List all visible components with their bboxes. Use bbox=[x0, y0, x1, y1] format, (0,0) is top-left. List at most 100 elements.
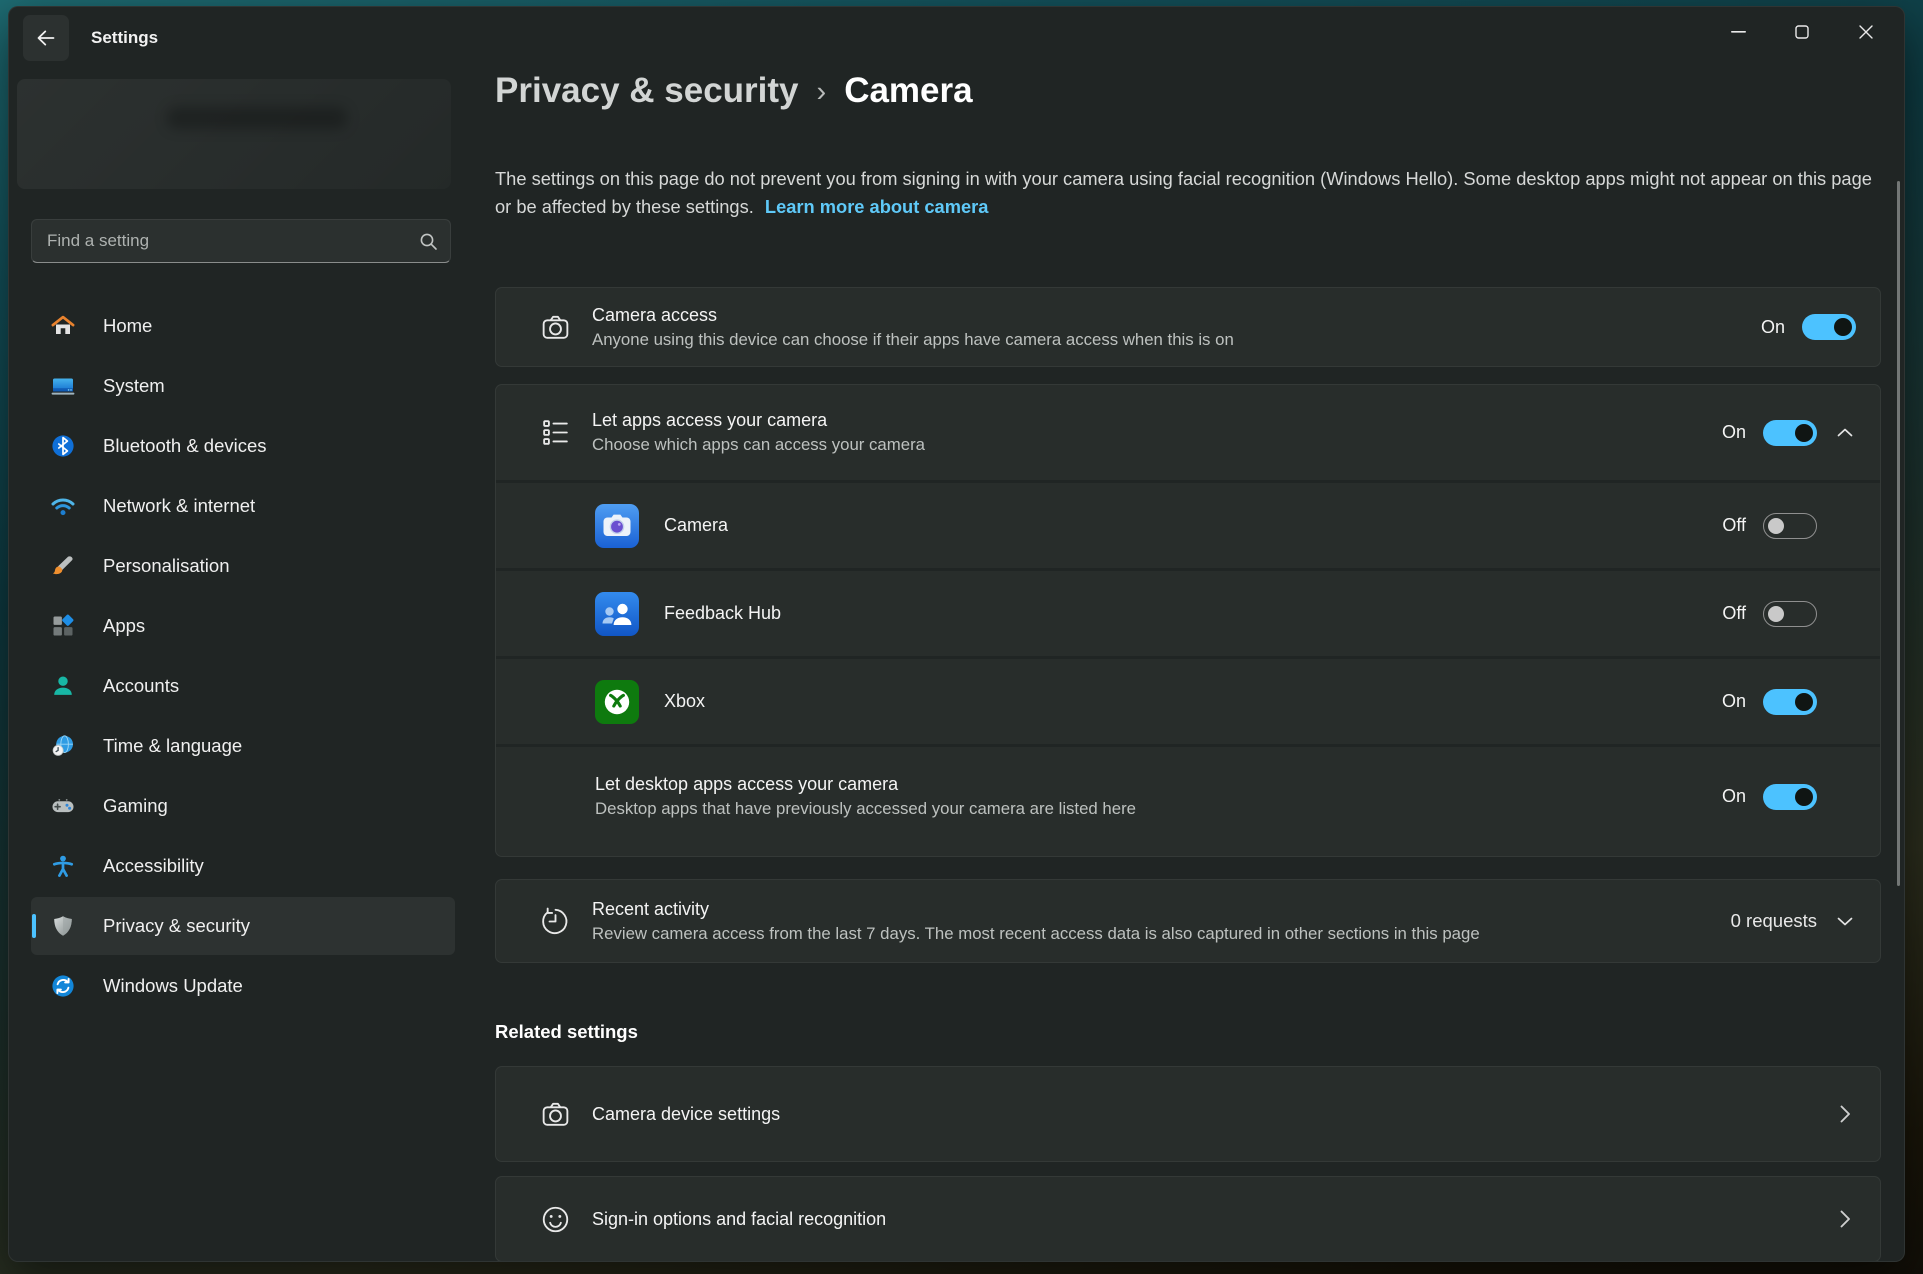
sidebar-item-home[interactable]: Home bbox=[31, 297, 455, 355]
breadcrumb: Privacy & security › Camera bbox=[495, 71, 973, 111]
sidebar-item-label: Apps bbox=[103, 615, 145, 637]
gaming-icon bbox=[49, 792, 77, 820]
accessibility-icon bbox=[49, 852, 77, 880]
toggle-state-label: Off bbox=[1722, 515, 1746, 536]
toggle-knob bbox=[1795, 693, 1813, 711]
toggle-state-label: Off bbox=[1722, 603, 1746, 624]
sidebar-item-time-language[interactable]: Time & language bbox=[31, 717, 455, 775]
search-box bbox=[31, 219, 451, 263]
setting-description: Desktop apps that have previously access… bbox=[595, 799, 1136, 819]
sidebar-item-personalisation[interactable]: Personalisation bbox=[31, 537, 455, 595]
apps-icon bbox=[49, 612, 77, 640]
toggle-knob bbox=[1768, 518, 1784, 534]
sidebar-item-system[interactable]: System bbox=[31, 357, 455, 415]
back-button[interactable] bbox=[23, 15, 69, 61]
setting-description: Anyone using this device can choose if t… bbox=[592, 330, 1234, 350]
app-name: Camera bbox=[664, 515, 728, 536]
sidebar-item-label: Time & language bbox=[103, 735, 242, 757]
page-description: The settings on this page do not prevent… bbox=[495, 165, 1885, 222]
shield-icon bbox=[49, 912, 77, 940]
sidebar-item-label: Privacy & security bbox=[103, 915, 250, 937]
sidebar-item-privacy-security[interactable]: Privacy & security bbox=[31, 897, 455, 955]
app-name: Feedback Hub bbox=[664, 603, 781, 624]
app-name: Xbox bbox=[664, 691, 705, 712]
camera-icon bbox=[538, 1098, 572, 1131]
toggle-knob bbox=[1795, 788, 1813, 806]
toggle-knob bbox=[1795, 424, 1813, 442]
let-apps-header-row[interactable]: Let apps access your camera Choose which… bbox=[496, 385, 1880, 480]
sidebar-item-windows-update[interactable]: Windows Update bbox=[31, 957, 455, 1015]
sidebar-item-label: Home bbox=[103, 315, 152, 337]
related-item-label: Sign-in options and facial recognition bbox=[592, 1209, 886, 1230]
sidebar-item-label: Accessibility bbox=[103, 855, 204, 877]
sidebar-item-accessibility[interactable]: Accessibility bbox=[31, 837, 455, 895]
account-banner-blur bbox=[167, 107, 347, 129]
feedback-hub-toggle[interactable] bbox=[1763, 601, 1817, 627]
app-row-feedback-hub: Feedback Hub Off bbox=[496, 568, 1880, 656]
sidebar-nav: Home System Bluetooth & devices Network … bbox=[31, 297, 455, 1017]
app-row-xbox: Xbox On bbox=[496, 656, 1880, 744]
chevron-up-icon[interactable] bbox=[1834, 428, 1856, 437]
desktop-apps-row: Let desktop apps access your camera Desk… bbox=[496, 744, 1880, 846]
breadcrumb-separator-icon: › bbox=[817, 74, 827, 109]
chevron-down-icon[interactable] bbox=[1834, 917, 1856, 926]
camera-device-settings-card[interactable]: Camera device settings bbox=[495, 1066, 1881, 1162]
app-list-icon bbox=[538, 416, 572, 449]
sidebar-item-bluetooth-devices[interactable]: Bluetooth & devices bbox=[31, 417, 455, 475]
sidebar-item-label: Windows Update bbox=[103, 975, 243, 997]
setting-title: Camera access bbox=[592, 305, 1234, 326]
back-arrow-icon bbox=[35, 28, 57, 48]
bluetooth-icon bbox=[49, 432, 77, 460]
sidebar-item-network-internet[interactable]: Network & internet bbox=[31, 477, 455, 535]
recent-activity-count: 0 requests bbox=[1731, 910, 1817, 932]
home-icon bbox=[49, 312, 77, 340]
face-icon bbox=[538, 1203, 572, 1236]
sidebar-item-label: Gaming bbox=[103, 795, 168, 817]
camera-app-icon bbox=[595, 504, 639, 548]
camera-access-toggle[interactable] bbox=[1802, 314, 1856, 340]
let-apps-toggle[interactable] bbox=[1763, 420, 1817, 446]
accounts-icon bbox=[49, 672, 77, 700]
app-row-camera: Camera Off bbox=[496, 480, 1880, 568]
setting-description: Choose which apps can access your camera bbox=[592, 435, 925, 455]
search-icon bbox=[419, 232, 438, 251]
feedback-hub-app-icon bbox=[595, 592, 639, 636]
sidebar-item-label: System bbox=[103, 375, 165, 397]
personalisation-icon bbox=[49, 552, 77, 580]
camera-access-card: Camera access Anyone using this device c… bbox=[495, 287, 1881, 367]
recent-activity-card[interactable]: Recent activity Review camera access fro… bbox=[495, 879, 1881, 963]
toggle-state-label: On bbox=[1722, 422, 1746, 443]
setting-title: Recent activity bbox=[592, 899, 1480, 920]
vertical-scrollbar[interactable] bbox=[1897, 181, 1900, 886]
related-item-label: Camera device settings bbox=[592, 1104, 780, 1125]
history-icon bbox=[538, 905, 572, 938]
toggle-knob bbox=[1768, 606, 1784, 622]
let-apps-expander: Let apps access your camera Choose which… bbox=[495, 384, 1881, 857]
window-title: Settings bbox=[91, 7, 158, 69]
sign-in-options-card[interactable]: Sign-in options and facial recognition bbox=[495, 1176, 1881, 1262]
page-title: Camera bbox=[844, 71, 972, 111]
sidebar-item-label: Network & internet bbox=[103, 495, 255, 517]
desktop-apps-toggle[interactable] bbox=[1763, 784, 1817, 810]
time-language-icon bbox=[49, 732, 77, 760]
sidebar-item-label: Accounts bbox=[103, 675, 179, 697]
sidebar-item-label: Bluetooth & devices bbox=[103, 435, 267, 457]
learn-more-link[interactable]: Learn more about camera bbox=[765, 196, 989, 217]
setting-title: Let desktop apps access your camera bbox=[595, 774, 1136, 795]
settings-window: Settings Hom bbox=[8, 6, 1905, 1262]
breadcrumb-parent[interactable]: Privacy & security bbox=[495, 71, 799, 111]
sidebar-item-gaming[interactable]: Gaming bbox=[31, 777, 455, 835]
sidebar-item-label: Personalisation bbox=[103, 555, 230, 577]
xbox-toggle[interactable] bbox=[1763, 689, 1817, 715]
chevron-right-icon bbox=[1834, 1105, 1856, 1123]
main-content: Privacy & security › Camera The settings… bbox=[495, 7, 1881, 1261]
sidebar-item-accounts[interactable]: Accounts bbox=[31, 657, 455, 715]
search-input[interactable] bbox=[47, 231, 419, 251]
toggle-knob bbox=[1834, 318, 1852, 336]
account-banner bbox=[17, 79, 451, 189]
setting-description: Review camera access from the last 7 day… bbox=[592, 924, 1480, 944]
sidebar-item-apps[interactable]: Apps bbox=[31, 597, 455, 655]
network-icon bbox=[49, 492, 77, 520]
toggle-state-label: On bbox=[1722, 786, 1746, 807]
camera-app-toggle[interactable] bbox=[1763, 513, 1817, 539]
